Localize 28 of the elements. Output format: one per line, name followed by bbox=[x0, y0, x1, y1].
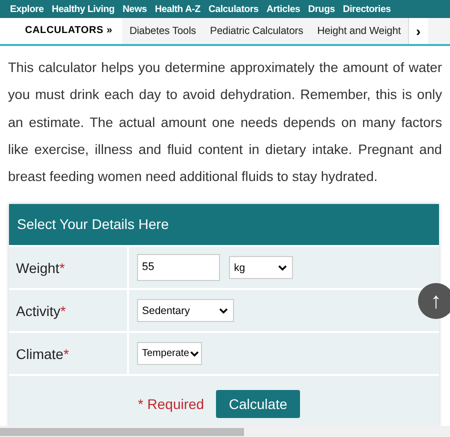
chevron-down-icon bbox=[219, 308, 228, 314]
dropdown[interactable]: Temperate bbox=[137, 342, 202, 366]
calculate-button[interactable]: Calculate bbox=[216, 390, 300, 418]
chevron-down-icon bbox=[190, 350, 199, 357]
sub-nav-link[interactable]: Diabetes Tools bbox=[122, 26, 204, 36]
dropdown[interactable]: kg bbox=[229, 256, 293, 280]
field-label: Activity* bbox=[16, 302, 66, 319]
chevron-down-icon bbox=[278, 264, 287, 271]
nav-link[interactable]: Directories bbox=[342, 4, 391, 14]
nav-link[interactable]: Calculators bbox=[208, 4, 259, 14]
nav-link[interactable]: Drugs bbox=[308, 4, 335, 14]
sub-nav-link[interactable]: Height and Weight bbox=[310, 26, 408, 36]
required-note: * Required bbox=[138, 396, 204, 412]
dropdown[interactable]: Sedentary bbox=[137, 299, 234, 322]
nav-link[interactable]: Health A-Z bbox=[154, 4, 200, 14]
nav-link[interactable]: News bbox=[122, 4, 147, 14]
nav-link[interactable]: Articles bbox=[266, 4, 300, 14]
form-header: Select Your Details Here bbox=[9, 204, 439, 248]
sub-nav-link[interactable]: Pediatric Calculators bbox=[203, 26, 310, 36]
field-label: Weight* bbox=[16, 260, 65, 276]
nav-link[interactable]: Healthy Living bbox=[52, 4, 115, 14]
nav-link[interactable]: Explore bbox=[10, 4, 44, 14]
section-title: CALCULATORS » bbox=[0, 18, 122, 44]
input-field[interactable]: 55 bbox=[137, 254, 220, 282]
field-label: Climate* bbox=[16, 346, 69, 362]
next-button[interactable]: › bbox=[408, 18, 428, 44]
intro-paragraph: This calculator helps you determine approximately the amount of water you must drink each day to avoid dehydration. Remember, this is only an estimate. The actual amount one needs depends on many factors like exercise, illness and fluid content in dietary intake. Pregnant and breast feeding women need additional fluids to stay hydrated. bbox=[8, 59, 442, 186]
horizontal-scrollbar[interactable] bbox=[0, 426, 450, 437]
